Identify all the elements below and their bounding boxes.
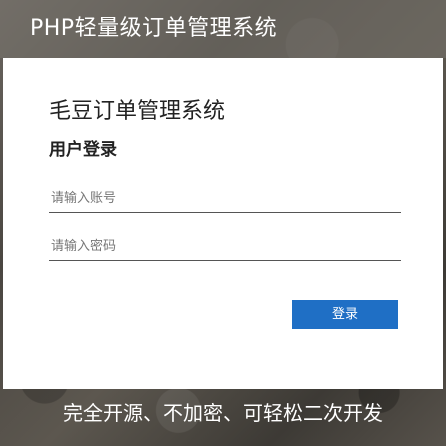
top-bar: PHP轻量级订单管理系统 <box>0 0 446 58</box>
app-title: PHP轻量级订单管理系统 <box>30 16 278 41</box>
login-card: 毛豆订单管理系统 用户登录 登录 <box>3 58 443 389</box>
account-input[interactable] <box>49 185 401 213</box>
brand-title: 毛豆订单管理系统 <box>49 99 226 124</box>
login-button[interactable]: 登录 <box>292 300 398 329</box>
login-heading: 用户登录 <box>49 140 117 160</box>
footer-slogan: 完全开源、不加密、可轻松二次开发 <box>63 401 383 425</box>
password-input[interactable] <box>49 233 401 261</box>
